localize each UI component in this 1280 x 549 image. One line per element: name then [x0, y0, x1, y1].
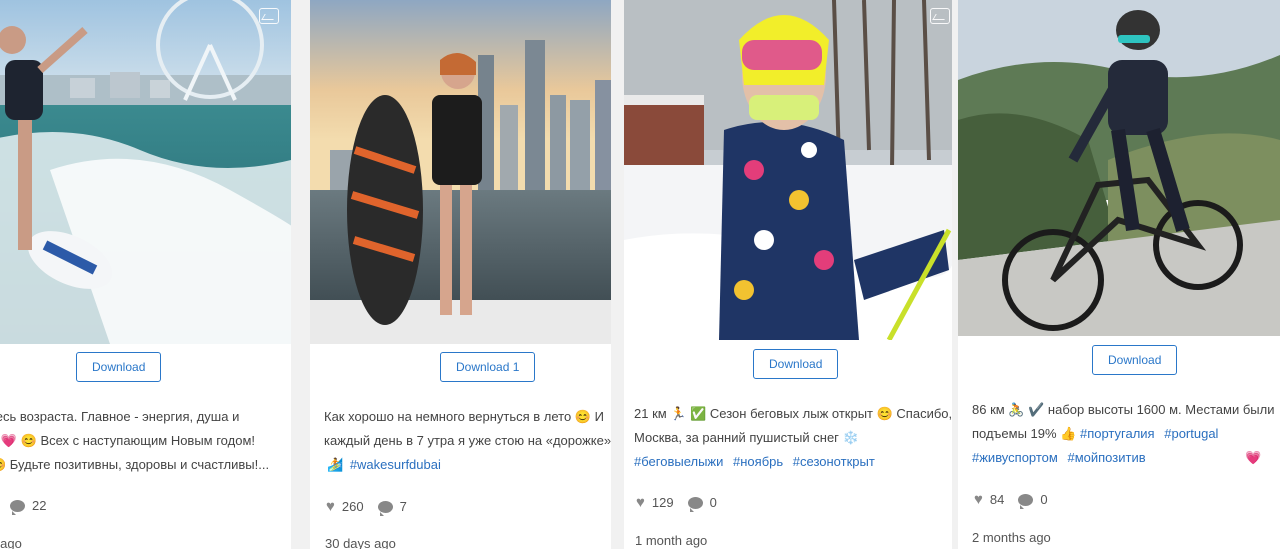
- download-button[interactable]: Download: [76, 352, 162, 382]
- instagram-badge-icon: [930, 8, 950, 24]
- surfer-emoji: 🏄: [327, 457, 344, 472]
- caption-line: каждый день в 7 утра я уже стою на «доро…: [324, 433, 611, 448]
- caption-line: а 💗 😊 Всех с наступающим Новым годом!: [0, 433, 255, 448]
- comment-icon[interactable]: [687, 496, 703, 512]
- post-caption: 21 км 🏃 ✅ Сезон беговых лыж открыт 😊 Спа…: [634, 402, 952, 474]
- ski-photo: [624, 0, 952, 340]
- post-photo[interactable]: [310, 0, 611, 344]
- comment-icon[interactable]: [10, 499, 25, 515]
- post-card: Download 1 Как хорошо на немного вернуть…: [310, 0, 611, 549]
- post-caption: тесь возраста. Главное - энергия, душа и…: [0, 405, 291, 477]
- heart-emoji: 💗: [1245, 450, 1262, 465]
- hashtag-link[interactable]: #мойпозитив: [1067, 450, 1145, 465]
- wakesurf-photo: [0, 0, 291, 344]
- download-button[interactable]: Download: [1092, 345, 1178, 375]
- post-time: 30 days ago: [325, 536, 396, 549]
- dubai-marina-photo: [310, 0, 611, 344]
- hashtag-link[interactable]: #portugal: [1164, 426, 1218, 441]
- comment-icon[interactable]: [1018, 493, 1034, 509]
- heart-icon[interactable]: ♥: [974, 491, 983, 508]
- caption-line: подъемы 19% 👍 #португалия #portugal: [972, 422, 1280, 446]
- download-button[interactable]: Download: [753, 349, 839, 379]
- post-caption: Как хорошо на немного вернуться в лето 😊…: [324, 405, 611, 477]
- comment-count: 0: [709, 495, 717, 510]
- comment-icon[interactable]: [377, 500, 393, 516]
- cycling-photo: [958, 0, 1280, 336]
- caption-line: Москва, за ранний пушистый снег ❄️: [634, 430, 859, 445]
- hashtag-link[interactable]: #сезоноткрыт: [793, 454, 875, 469]
- caption-tags-line: #живуспортом #мойпозитив 💗: [972, 446, 1280, 470]
- post-time: s ago: [0, 536, 22, 549]
- hashtag-link[interactable]: #португалия: [1080, 426, 1155, 441]
- caption-line: 😊 Будьте позитивны, здоровы и счастливы!…: [0, 457, 270, 472]
- comment-count: 7: [399, 499, 407, 514]
- post-time: 2 months ago: [972, 530, 1051, 545]
- hashtag-link[interactable]: #ноябрь: [733, 454, 783, 469]
- hashtag-link[interactable]: #wakesurfdubai: [350, 457, 441, 472]
- caption-text: подъемы 19% 👍: [972, 426, 1077, 441]
- hashtag-link[interactable]: #беговыелыжи: [634, 454, 723, 469]
- heart-icon[interactable]: ♥: [326, 498, 335, 515]
- caption-line: тесь возраста. Главное - энергия, душа и: [0, 409, 240, 424]
- post-stats: ♥ 84 0: [974, 491, 1062, 509]
- caption-tags-line: 🏄 #wakesurfdubai: [324, 453, 611, 477]
- post-photo[interactable]: [624, 0, 952, 340]
- post-stats: 22: [10, 498, 60, 515]
- comment-count: 22: [32, 498, 47, 513]
- like-count: 260: [341, 499, 364, 514]
- hashtag-link[interactable]: #живуспортом: [972, 450, 1058, 465]
- post-caption: 86 км 🚴 ✔️ набор высоты 1600 м. Местами …: [972, 398, 1280, 470]
- caption-tags-line: #беговыелыжи #ноябрь #сезоноткрыт: [634, 450, 952, 474]
- post-photo[interactable]: [958, 0, 1280, 336]
- download-button[interactable]: Download 1: [440, 352, 536, 382]
- post-card: Download 86 км 🚴 ✔️ набор высоты 1600 м.…: [958, 0, 1280, 549]
- post-stats: ♥ 260 7: [326, 498, 421, 516]
- heart-icon[interactable]: ♥: [636, 494, 645, 511]
- post-photo[interactable]: [0, 0, 291, 344]
- post-stats: ♥ 129 0: [636, 494, 731, 512]
- caption-line: Как хорошо на немного вернуться в лето 😊…: [324, 409, 604, 424]
- post-card: Download тесь возраста. Главное - энерги…: [0, 0, 291, 549]
- like-count: 84: [989, 492, 1005, 507]
- comment-count: 0: [1040, 492, 1048, 507]
- post-card: Download 21 км 🏃 ✅ Сезон беговых лыж отк…: [624, 0, 952, 549]
- post-time: 1 month ago: [635, 533, 708, 548]
- caption-line: 86 км 🚴 ✔️ набор высоты 1600 м. Местами …: [972, 402, 1275, 417]
- caption-line: 21 км 🏃 ✅ Сезон беговых лыж открыт 😊 Спа…: [634, 406, 952, 421]
- like-count: 129: [651, 495, 674, 510]
- instagram-badge-icon: [259, 8, 279, 24]
